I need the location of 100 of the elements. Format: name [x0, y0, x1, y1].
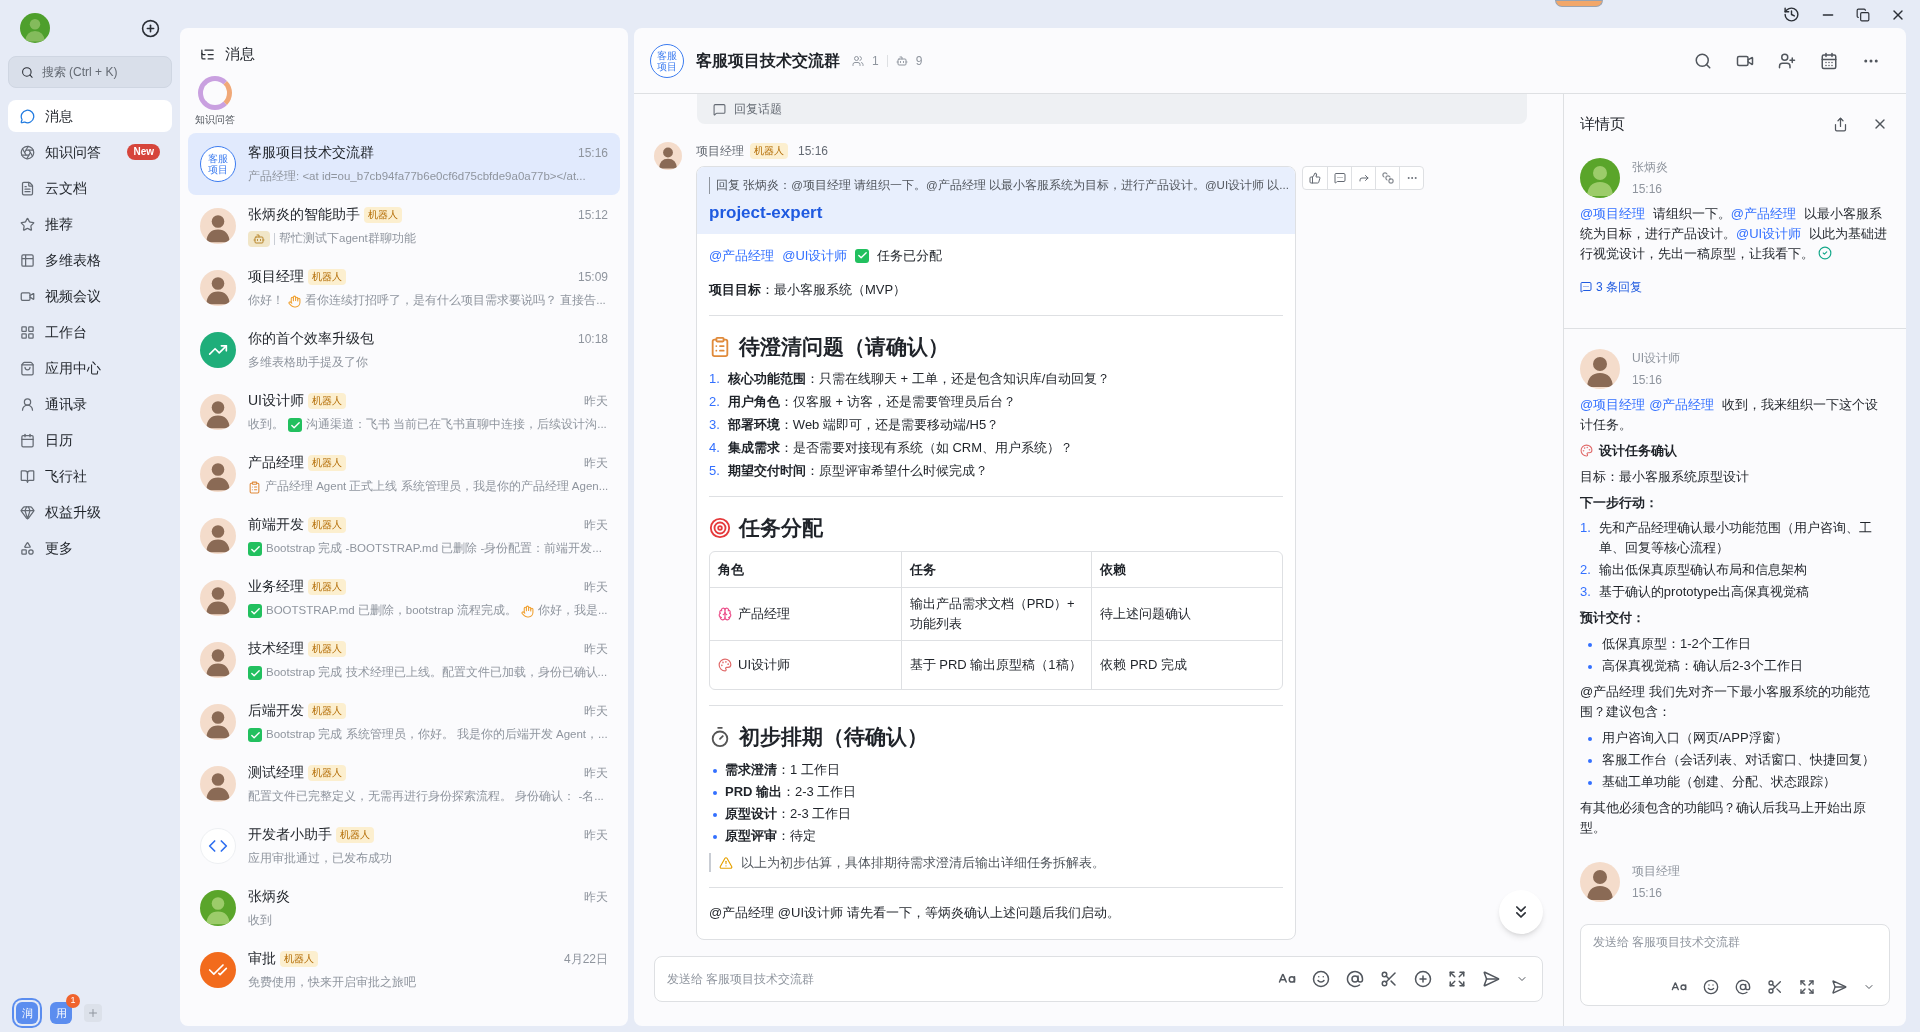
- message-label: 下一步行动：: [1580, 493, 1659, 512]
- list-number: 1.: [1580, 519, 1591, 537]
- new-badge: New: [127, 144, 160, 160]
- comment-icon: [1580, 281, 1592, 293]
- list-item: 原型设计：2-3 工作日: [725, 804, 852, 823]
- message-time: 15:16: [1632, 884, 1664, 902]
- chat-row[interactable]: 张炳炎的智能助手 机器人 15:12 帮忙测试下agent群聊功能: [188, 195, 620, 257]
- reply-input[interactable]: 发送给 客服项目技术交流群: [1593, 933, 1877, 951]
- chat-row[interactable]: UI设计师 机器人 昨天 收到。 沟通渠道：飞书 当前已在飞书直聊中连接，后续设计沟...: [188, 381, 620, 443]
- mention-icon[interactable]: [1344, 968, 1366, 990]
- message-preview: Bootstrap 完成 系统管理员，你好。 我是你的后端开发 Agent，...: [266, 727, 608, 743]
- list-item: 基础工单功能（创建、分配、状态跟踪）: [1602, 772, 1836, 791]
- mention-icon[interactable]: [1733, 977, 1753, 997]
- nav-label: 应用中心: [45, 358, 101, 378]
- table-cell-text: 待上述问题确认: [1100, 605, 1192, 624]
- menu-icon[interactable]: [200, 46, 215, 62]
- list-item: PRD 输出：2-3 工作日: [725, 782, 857, 801]
- calendar-icon: [20, 432, 35, 448]
- avatar: [200, 766, 236, 802]
- chat-row[interactable]: 后端开发 机器人 昨天 Bootstrap 完成 系统管理员，你好。 我是你的后端开发 Agent，...: [188, 691, 620, 753]
- emoji-icon[interactable]: [1701, 977, 1721, 997]
- chat-row[interactable]: 你的首个效率升级包 10:18 多维表格助手提及了你: [188, 319, 620, 381]
- mention-link[interactable]: @产品经理: [709, 245, 775, 266]
- history-icon[interactable]: [1783, 6, 1800, 23]
- nav-label: 推荐: [45, 214, 73, 234]
- bot-tag: 机器人: [308, 392, 346, 409]
- chat-row[interactable]: 审批 机器人 4月22日 免费使用，快来开启审批之旅吧: [188, 939, 620, 1001]
- mention-link[interactable]: @项目经理: [1580, 397, 1646, 412]
- list-item: 高保真视觉稿：确认后2-3个工作日: [1602, 656, 1803, 675]
- list-item: 基于确认的prototype出高保真视觉稿: [1598, 583, 1810, 601]
- mention-link[interactable]: @项目经理: [1580, 206, 1646, 221]
- table-cell-text: UI设计师: [738, 656, 790, 675]
- chat-time: 昨天: [584, 516, 608, 534]
- message-composer[interactable]: 发送给 客服项目技术交流群: [654, 956, 1543, 1002]
- chat-row[interactable]: 客服项目 客服项目技术交流群 15:16 产品经理: <at id=ou_b7cb94fa77b6e0cf6d75cbfde9a0a77b></at...: [188, 133, 620, 195]
- chat-row[interactable]: 技术经理 机器人 昨天 Bootstrap 完成 技术经理已上线。配置文件已加载，身份已确认...: [188, 629, 620, 691]
- chat-row[interactable]: 前端开发 机器人 昨天 Bootstrap 完成 -BOOTSTRAP.md 已删除 -身份配置：前端开发...: [188, 505, 620, 567]
- nav-item[interactable]: 权益升级: [8, 496, 172, 528]
- send-icon[interactable]: [1829, 977, 1849, 997]
- hand-icon: [520, 604, 534, 618]
- avatar: [654, 142, 682, 170]
- chat-row[interactable]: 测试经理 机器人 昨天 配置文件已完整定义，无需再进行身份探索流程。 身份确认： -名...: [188, 753, 620, 815]
- message-input[interactable]: 发送给 客服项目技术交流群: [667, 970, 1264, 988]
- scroll-down-button[interactable]: [1499, 890, 1543, 934]
- clipboard-icon: [709, 335, 731, 358]
- list-item: 部署环境：Web 端即可，还是需要移动端/H5？: [727, 416, 1000, 435]
- message-time: 15:16: [798, 143, 829, 160]
- list-number: 1.: [709, 370, 720, 389]
- mention-link[interactable]: @UI设计师: [1736, 226, 1802, 241]
- nav-item[interactable]: 更多: [8, 532, 172, 564]
- palette-icon: [1580, 444, 1593, 458]
- replies-link[interactable]: 3 条回复: [1596, 278, 1642, 296]
- chat-name: 后端开发: [248, 701, 304, 721]
- nav-item[interactable]: 推荐: [8, 208, 172, 240]
- chat-row[interactable]: 张炳炎 昨天 收到: [188, 877, 620, 939]
- note-text: 以上为初步估算，具体排期待需求澄清后输出详细任务拆解表。: [741, 853, 1105, 872]
- drag-handle[interactable]: [1555, 0, 1603, 7]
- mention-link[interactable]: @UI设计师: [782, 245, 848, 266]
- star-icon: [20, 216, 35, 232]
- nav-item[interactable]: 视频会议: [8, 280, 172, 312]
- list-number: 3.: [709, 416, 720, 435]
- nav-item[interactable]: 飞行社: [8, 460, 172, 492]
- chat-row[interactable]: 项目经理 机器人 15:09 你好！ 看你连续打招呼了，是有什么项目需求要说吗？ 直接告...: [188, 257, 620, 319]
- reply-composer[interactable]: 发送给 客服项目技术交流群: [1580, 924, 1890, 1006]
- message-text: @产品经理 @UI设计师 请先看一下，等炳炎确认上述问题后我们启动。: [709, 904, 1121, 923]
- add-icon[interactable]: [1412, 968, 1434, 990]
- restore-icon[interactable]: [1856, 7, 1870, 22]
- nav-item[interactable]: 知识问答 New: [8, 136, 172, 168]
- nav-item[interactable]: 工作台: [8, 316, 172, 348]
- chat-row[interactable]: 产品经理 机器人 昨天 产品经理 Agent 正式上线 系统管理员，我是你的产品经理 Agen...: [188, 443, 620, 505]
- message-text: @项目经理 @产品经理 收到，我来组织一下这个设计任务。: [1580, 396, 1880, 434]
- chat-row[interactable]: 开发者小助手 机器人 昨天 应用审批通过，已发布成功: [188, 815, 620, 877]
- chat-name: 你的首个效率升级包: [248, 329, 374, 349]
- expand-icon[interactable]: [1797, 977, 1817, 997]
- emoji-icon[interactable]: [1310, 968, 1332, 990]
- nav-label: 消息: [45, 106, 73, 126]
- nav-label: 权益升级: [45, 502, 101, 522]
- nav-label: 知识问答: [45, 142, 101, 162]
- nav-item[interactable]: 多维表格: [8, 244, 172, 276]
- chat-row[interactable]: 业务经理 机器人 昨天 BOOTSTRAP.md 已删除，bootstrap 流程完成。 你好，我是...: [188, 567, 620, 629]
- chat-time: 昨天: [584, 888, 608, 906]
- message-text: 项目目标：最小客服系统（MVP）: [709, 281, 908, 300]
- checkbox-icon: [248, 728, 262, 742]
- avatar: [1580, 861, 1620, 902]
- nav-item[interactable]: 日历: [8, 424, 172, 456]
- avatar: [200, 208, 236, 244]
- search-input[interactable]: 搜索 (Ctrl + K): [41, 63, 159, 81]
- reply-topic-link[interactable]: 回复话题: [734, 100, 782, 118]
- nav-item[interactable]: 应用中心: [8, 352, 172, 384]
- message-preview: 产品经理: <at id=ou_b7cb94fa77b6e0cf6d75cbfde9a0a77b></at...: [248, 169, 586, 185]
- add-icon[interactable]: [141, 18, 160, 38]
- mention-link[interactable]: @产品经理: [1730, 206, 1797, 221]
- mention-link[interactable]: @产品经理: [1649, 397, 1715, 412]
- nav-item[interactable]: 消息: [8, 100, 172, 132]
- list-number: 4.: [709, 439, 720, 458]
- search-bar[interactable]: 搜索 (Ctrl + K): [8, 56, 172, 88]
- nav-item[interactable]: 通讯录: [8, 388, 172, 420]
- list-item: 期望交付时间：原型评审希望什么时候完成？: [727, 462, 988, 481]
- nav-item[interactable]: 云文档: [8, 172, 172, 204]
- user-avatar[interactable]: [20, 13, 50, 43]
